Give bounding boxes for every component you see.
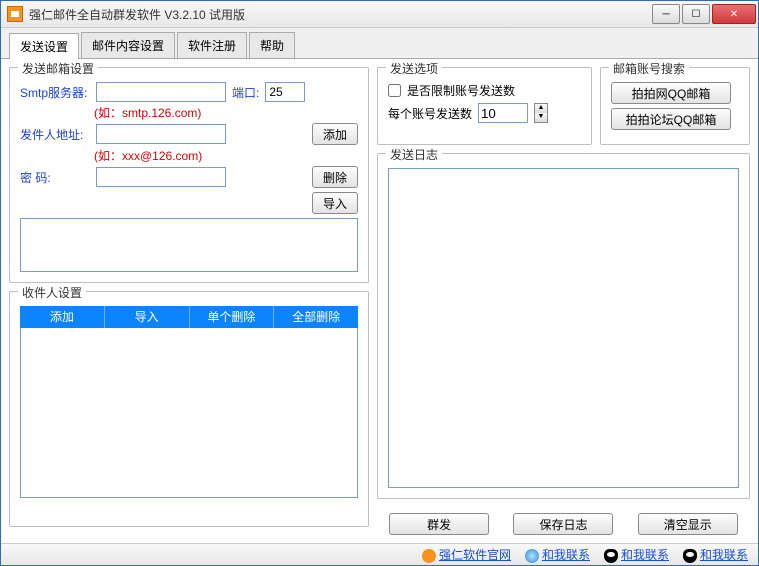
smtp-label: Smtp服务器: bbox=[20, 84, 90, 101]
account-search-legend: 邮箱账号搜索 bbox=[609, 60, 689, 77]
qq-icon bbox=[604, 549, 618, 563]
close-button[interactable]: ✕ bbox=[712, 4, 756, 24]
qq-icon bbox=[683, 549, 697, 563]
site-icon bbox=[422, 549, 436, 563]
recipient-legend: 收件人设置 bbox=[18, 284, 86, 301]
recipient-group: 收件人设置 添加 导入 单个删除 全部删除 bbox=[9, 291, 369, 527]
send-log-group: 发送日志 bbox=[377, 153, 750, 499]
paipai-web-qq-button[interactable]: 拍拍网QQ邮箱 bbox=[611, 82, 731, 104]
sender-addr-label: 发件人地址: bbox=[20, 126, 90, 143]
recipient-listbox[interactable] bbox=[20, 328, 358, 498]
limit-checkbox[interactable] bbox=[388, 84, 401, 97]
per-account-input[interactable] bbox=[478, 103, 528, 123]
official-site-link[interactable]: 强仁软件官网 bbox=[439, 548, 511, 562]
add-sender-button[interactable]: 添加 bbox=[312, 123, 358, 145]
recipient-toolbar: 添加 导入 单个删除 全部删除 bbox=[20, 306, 358, 328]
account-search-group: 邮箱账号搜索 拍拍网QQ邮箱 拍拍论坛QQ邮箱 bbox=[600, 67, 750, 145]
globe-icon bbox=[525, 549, 539, 563]
tab-content-settings[interactable]: 邮件内容设置 bbox=[81, 32, 175, 58]
send-options-group: 发送选项 是否限制账号发送数 每个账号发送数 ▲▼ bbox=[377, 67, 592, 145]
smtp-input[interactable] bbox=[96, 82, 226, 102]
clear-display-button[interactable]: 清空显示 bbox=[638, 513, 738, 535]
tab-help[interactable]: 帮助 bbox=[249, 32, 295, 58]
titlebar: 强仁邮件全自动群发软件 V3.2.10 试用版 ─ ☐ ✕ bbox=[1, 1, 758, 28]
contact-link-3[interactable]: 和我联系 bbox=[700, 548, 748, 562]
tab-send-settings[interactable]: 发送设置 bbox=[9, 33, 79, 59]
contact-link-1[interactable]: 和我联系 bbox=[542, 548, 590, 562]
minimize-button[interactable]: ─ bbox=[652, 4, 680, 24]
sender-addr-input[interactable] bbox=[96, 124, 226, 144]
log-textarea[interactable] bbox=[388, 168, 739, 488]
recipient-import-button[interactable]: 导入 bbox=[105, 306, 190, 328]
recipient-add-button[interactable]: 添加 bbox=[20, 306, 105, 328]
recipient-delete-all-button[interactable]: 全部删除 bbox=[274, 306, 358, 328]
per-account-spinner[interactable]: ▲▼ bbox=[534, 103, 548, 123]
tab-register[interactable]: 软件注册 bbox=[177, 32, 247, 58]
limit-label: 是否限制账号发送数 bbox=[407, 82, 515, 99]
sender-listbox[interactable] bbox=[20, 218, 358, 272]
port-input[interactable] bbox=[265, 82, 305, 102]
import-sender-button[interactable]: 导入 bbox=[312, 192, 358, 214]
recipient-delete-one-button[interactable]: 单个删除 bbox=[190, 306, 275, 328]
password-label: 密 码: bbox=[20, 169, 90, 186]
maximize-button[interactable]: ☐ bbox=[682, 4, 710, 24]
tab-strip: 发送设置 邮件内容设置 软件注册 帮助 bbox=[1, 28, 758, 59]
contact-link-2[interactable]: 和我联系 bbox=[621, 548, 669, 562]
password-input[interactable] bbox=[96, 167, 226, 187]
per-account-label: 每个账号发送数 bbox=[388, 105, 472, 122]
send-log-legend: 发送日志 bbox=[386, 146, 442, 163]
status-bar: 强仁软件官网 和我联系 和我联系 和我联系 bbox=[1, 543, 758, 565]
app-icon bbox=[7, 6, 23, 22]
send-mailbox-group: 发送邮箱设置 Smtp服务器: 端口: (如：smtp.126.com) 发件人… bbox=[9, 67, 369, 283]
window-title: 强仁邮件全自动群发软件 V3.2.10 试用版 bbox=[29, 6, 650, 23]
smtp-hint: (如：smtp.126.com) bbox=[94, 104, 358, 121]
mass-send-button[interactable]: 群发 bbox=[389, 513, 489, 535]
paipai-bbs-qq-button[interactable]: 拍拍论坛QQ邮箱 bbox=[611, 108, 731, 130]
port-label: 端口: bbox=[232, 84, 259, 101]
send-mailbox-legend: 发送邮箱设置 bbox=[18, 60, 98, 77]
save-log-button[interactable]: 保存日志 bbox=[513, 513, 613, 535]
send-options-legend: 发送选项 bbox=[386, 60, 442, 77]
addr-hint: (如：xxx@126.com) bbox=[94, 147, 358, 164]
delete-sender-button[interactable]: 删除 bbox=[312, 166, 358, 188]
